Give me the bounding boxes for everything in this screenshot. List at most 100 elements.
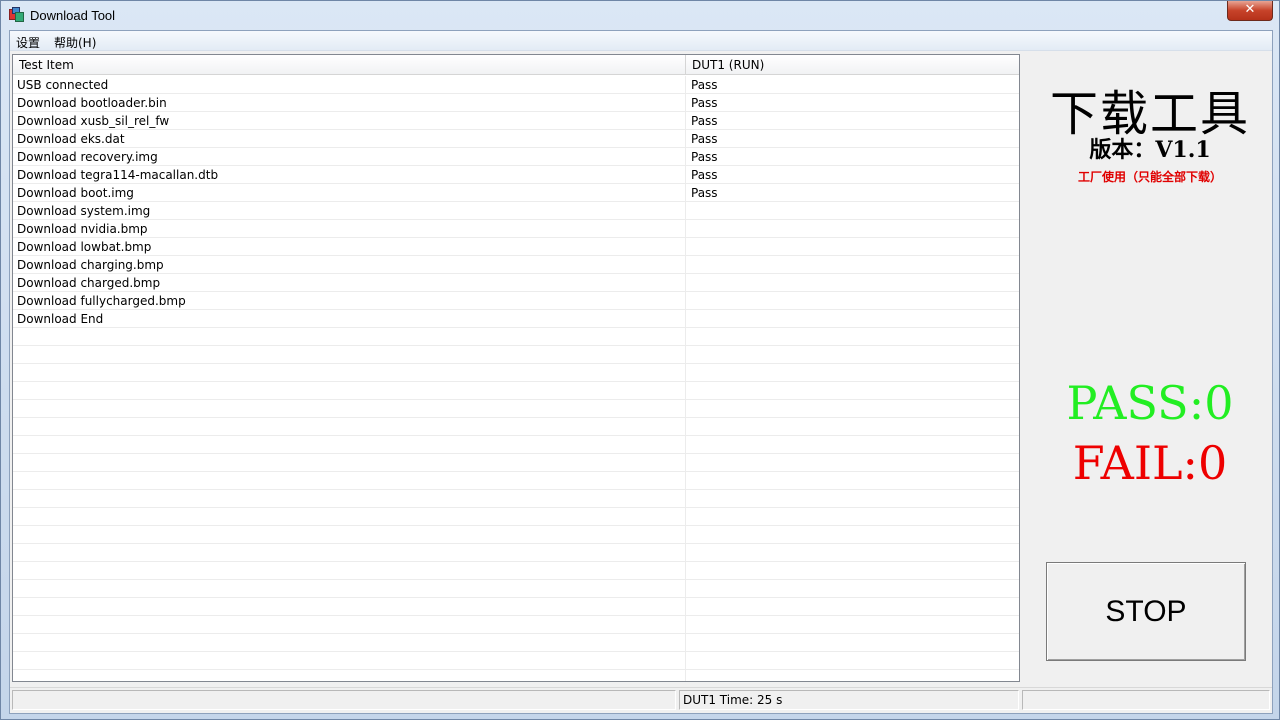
- app-icon: [9, 7, 25, 23]
- cell-test-item: Download fullycharged.bmp: [17, 294, 186, 308]
- table-row[interactable]: [13, 418, 1019, 436]
- table-row[interactable]: [13, 598, 1019, 616]
- table-row[interactable]: Download recovery.img Pass: [13, 148, 1019, 166]
- cell-dut1-result: [686, 544, 1019, 562]
- test-item-grid[interactable]: Test Item DUT1 (RUN) USB connected Pass Do…: [12, 54, 1020, 682]
- table-row[interactable]: [13, 544, 1019, 562]
- window-title: Download Tool: [30, 8, 116, 23]
- table-row[interactable]: [13, 526, 1019, 544]
- table-row[interactable]: [13, 400, 1019, 418]
- cell-dut1-result: [686, 670, 1019, 681]
- cell-test-item: [13, 436, 685, 454]
- cell-dut1-result: [686, 400, 1019, 418]
- cell-test-item: Download charged.bmp: [17, 276, 161, 290]
- table-row[interactable]: [13, 634, 1019, 652]
- title-bar[interactable]: Download Tool ✕: [1, 1, 1279, 30]
- cell-test-item: Download recovery.img: [17, 150, 158, 164]
- table-row[interactable]: Download End: [13, 310, 1019, 328]
- cell-dut1-result: Pass: [691, 168, 718, 182]
- cell-dut1-result: [686, 256, 1019, 274]
- cell-test-item: [13, 580, 685, 598]
- table-row[interactable]: [13, 436, 1019, 454]
- client-area: 设置 帮助(H) Test Item DUT1 (RUN) USB connec…: [9, 30, 1273, 714]
- cell-test-item: [13, 400, 685, 418]
- cell-dut1-result: [686, 616, 1019, 634]
- stop-button[interactable]: STOP: [1046, 562, 1246, 661]
- cell-test-item: [13, 454, 685, 472]
- status-pane-left: [12, 690, 676, 710]
- cell-dut1-result: [686, 472, 1019, 490]
- cell-dut1-result: [686, 598, 1019, 616]
- cell-test-item: Download tegra114-macallan.dtb: [17, 168, 219, 182]
- menu-bar: 设置 帮助(H): [10, 31, 1272, 51]
- cell-test-item: Download charging.bmp: [17, 258, 164, 272]
- cell-dut1-result: [686, 490, 1019, 508]
- cell-test-item: [13, 616, 685, 634]
- cell-test-item: Download eks.dat: [17, 132, 125, 146]
- column-header-dut1[interactable]: DUT1 (RUN): [686, 55, 1019, 75]
- table-row[interactable]: Download charged.bmp: [13, 274, 1019, 292]
- table-row[interactable]: Download charging.bmp: [13, 256, 1019, 274]
- cell-test-item: [13, 418, 685, 436]
- status-bar: DUT1 Time: 25 s: [10, 687, 1272, 711]
- cell-test-item: [13, 508, 685, 526]
- factory-note: 工厂使用（只能全部下载）: [1077, 170, 1222, 184]
- table-row[interactable]: Download fullycharged.bmp: [13, 292, 1019, 310]
- table-row[interactable]: Download nvidia.bmp: [13, 220, 1019, 238]
- cell-test-item: Download End: [17, 312, 104, 326]
- status-pane-right: [1022, 690, 1270, 710]
- cell-test-item: [13, 544, 685, 562]
- table-row[interactable]: [13, 508, 1019, 526]
- cell-test-item: [13, 346, 685, 364]
- menu-help[interactable]: 帮助(H): [54, 34, 96, 51]
- table-row[interactable]: [13, 454, 1019, 472]
- cell-dut1-result: [686, 310, 1019, 328]
- table-row[interactable]: Download lowbat.bmp: [13, 238, 1019, 256]
- table-row[interactable]: Download system.img: [13, 202, 1019, 220]
- table-row[interactable]: [13, 328, 1019, 346]
- table-row[interactable]: [13, 490, 1019, 508]
- cell-test-item: Download xusb_sil_rel_fw: [17, 114, 170, 128]
- table-row[interactable]: [13, 652, 1019, 670]
- table-row[interactable]: [13, 364, 1019, 382]
- cell-test-item: Download nvidia.bmp: [17, 222, 148, 236]
- table-row[interactable]: [13, 346, 1019, 364]
- cell-dut1-result: [686, 418, 1019, 436]
- table-row[interactable]: [13, 670, 1019, 681]
- cell-test-item: USB connected: [17, 78, 109, 92]
- table-row[interactable]: [13, 472, 1019, 490]
- table-row[interactable]: Download eks.dat Pass: [13, 130, 1019, 148]
- grid-rows: USB connected Pass Download bootloader.bin…: [13, 76, 1019, 681]
- table-row[interactable]: [13, 562, 1019, 580]
- app-window: Download Tool ✕ 设置 帮助(H) Test Item DUT1 …: [0, 0, 1280, 720]
- table-row[interactable]: [13, 580, 1019, 598]
- table-row[interactable]: Download xusb_sil_rel_fw Pass: [13, 112, 1019, 130]
- table-row[interactable]: [13, 616, 1019, 634]
- cell-test-item: [13, 598, 685, 616]
- close-button[interactable]: ✕: [1227, 1, 1273, 21]
- cell-dut1-result: [686, 562, 1019, 580]
- column-header-test-item[interactable]: Test Item: [13, 55, 686, 75]
- cell-test-item: [13, 652, 685, 670]
- table-row[interactable]: Download tegra114-macallan.dtb Pass: [13, 166, 1019, 184]
- table-row[interactable]: [13, 382, 1019, 400]
- table-row[interactable]: Download bootloader.bin Pass: [13, 94, 1019, 112]
- cell-test-item: Download bootloader.bin: [17, 96, 167, 110]
- cell-test-item: [13, 472, 685, 490]
- table-row[interactable]: USB connected Pass: [13, 76, 1019, 94]
- pass-counter: PASS:0: [1066, 376, 1234, 430]
- table-row[interactable]: Download boot.img Pass: [13, 184, 1019, 202]
- cell-dut1-result: [686, 346, 1019, 364]
- cell-test-item: [13, 382, 685, 400]
- grid-header: Test Item DUT1 (RUN): [13, 55, 1019, 75]
- cell-dut1-result: Pass: [691, 78, 718, 92]
- cell-test-item: [13, 562, 685, 580]
- cell-dut1-result: [686, 274, 1019, 292]
- menu-settings[interactable]: 设置: [16, 34, 40, 51]
- cell-dut1-result: [686, 652, 1019, 670]
- cell-dut1-result: [686, 364, 1019, 382]
- cell-dut1-result: [686, 508, 1019, 526]
- cell-dut1-result: [686, 580, 1019, 598]
- cell-dut1-result: Pass: [691, 186, 718, 200]
- cell-dut1-result: Pass: [691, 150, 718, 164]
